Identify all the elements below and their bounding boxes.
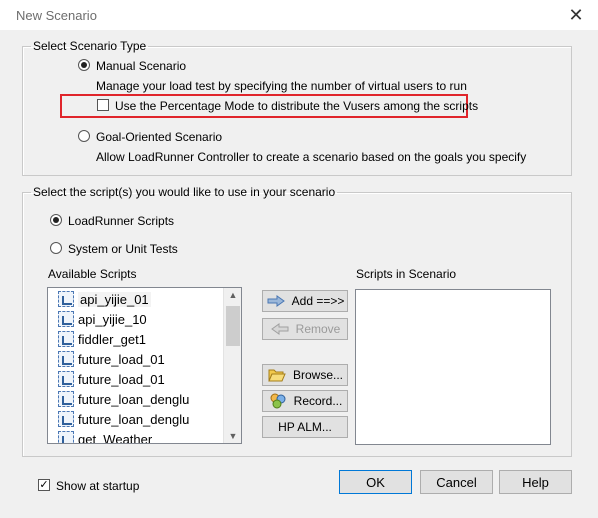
goal-oriented-label: Goal-Oriented Scenario xyxy=(96,130,223,144)
list-item[interactable]: future_load_01 xyxy=(58,349,165,369)
record-icon xyxy=(268,393,288,409)
remove-button[interactable]: Remove xyxy=(262,318,348,340)
list-item[interactable]: future_loan_denglu xyxy=(58,389,189,409)
scroll-thumb[interactable] xyxy=(226,306,240,346)
list-item[interactable]: api_yijie_01 xyxy=(58,289,151,309)
percentage-mode-checkbox[interactable] xyxy=(97,99,109,111)
scripts-legend: Select the script(s) you would like to u… xyxy=(33,185,336,199)
scripts-in-scenario-list[interactable] xyxy=(355,289,551,445)
title-bar: New Scenario ✕ xyxy=(0,0,598,30)
manual-scenario-radio[interactable] xyxy=(78,59,90,71)
show-at-startup-checkbox[interactable]: ✓ xyxy=(38,479,50,491)
folder-open-icon xyxy=(267,367,287,383)
script-icon xyxy=(58,311,74,327)
browse-button[interactable]: Browse... xyxy=(262,364,348,386)
add-arrow-icon xyxy=(266,293,286,309)
system-unit-tests-radio[interactable] xyxy=(50,242,62,254)
show-at-startup-label: Show at startup xyxy=(56,479,140,493)
close-icon[interactable]: ✕ xyxy=(564,4,588,26)
system-unit-tests-label: System or Unit Tests xyxy=(68,242,178,256)
script-icon xyxy=(58,411,74,427)
manual-scenario-description: Manage your load test by specifying the … xyxy=(96,79,467,93)
scenario-type-legend: Select Scenario Type xyxy=(33,39,147,53)
script-icon xyxy=(58,291,74,307)
record-button[interactable]: Record... xyxy=(262,390,348,412)
script-icon xyxy=(58,391,74,407)
goal-oriented-radio[interactable] xyxy=(78,130,90,142)
scroll-up-icon[interactable]: ▲ xyxy=(224,290,242,300)
help-button[interactable]: Help xyxy=(499,470,572,494)
script-icon xyxy=(58,331,74,347)
loadrunner-scripts-label: LoadRunner Scripts xyxy=(68,214,175,228)
list-item[interactable]: future_load_01 xyxy=(58,369,165,389)
remove-arrow-icon xyxy=(270,321,290,337)
window-title: New Scenario xyxy=(16,8,97,23)
list-item[interactable]: fiddler_get1 xyxy=(58,329,146,349)
goal-oriented-description: Allow LoadRunner Controller to create a … xyxy=(96,150,527,164)
cancel-button[interactable]: Cancel xyxy=(420,470,493,494)
script-icon xyxy=(58,351,74,367)
script-icon xyxy=(58,431,74,443)
available-scripts-list[interactable]: api_yijie_01 api_yijie_10 fiddler_get1 f… xyxy=(47,287,242,444)
available-scripts-scrollbar[interactable]: ▲ ▼ xyxy=(223,288,241,443)
scroll-down-icon[interactable]: ▼ xyxy=(224,431,242,441)
script-icon xyxy=(58,371,74,387)
add-button[interactable]: Add ==>> xyxy=(262,290,348,312)
loadrunner-scripts-radio[interactable] xyxy=(50,214,62,226)
manual-scenario-label: Manual Scenario xyxy=(96,59,187,73)
percentage-mode-label: Use the Percentage Mode to distribute th… xyxy=(115,99,479,113)
list-item[interactable]: get_Weather xyxy=(58,429,152,443)
list-item[interactable]: future_loan_denglu xyxy=(58,409,189,429)
hp-alm-button[interactable]: HP ALM... xyxy=(262,416,348,438)
scripts-in-scenario-label: Scripts in Scenario xyxy=(356,267,457,281)
list-item[interactable]: api_yijie_10 xyxy=(58,309,147,329)
ok-button[interactable]: OK xyxy=(339,470,412,494)
available-scripts-label: Available Scripts xyxy=(48,267,137,281)
